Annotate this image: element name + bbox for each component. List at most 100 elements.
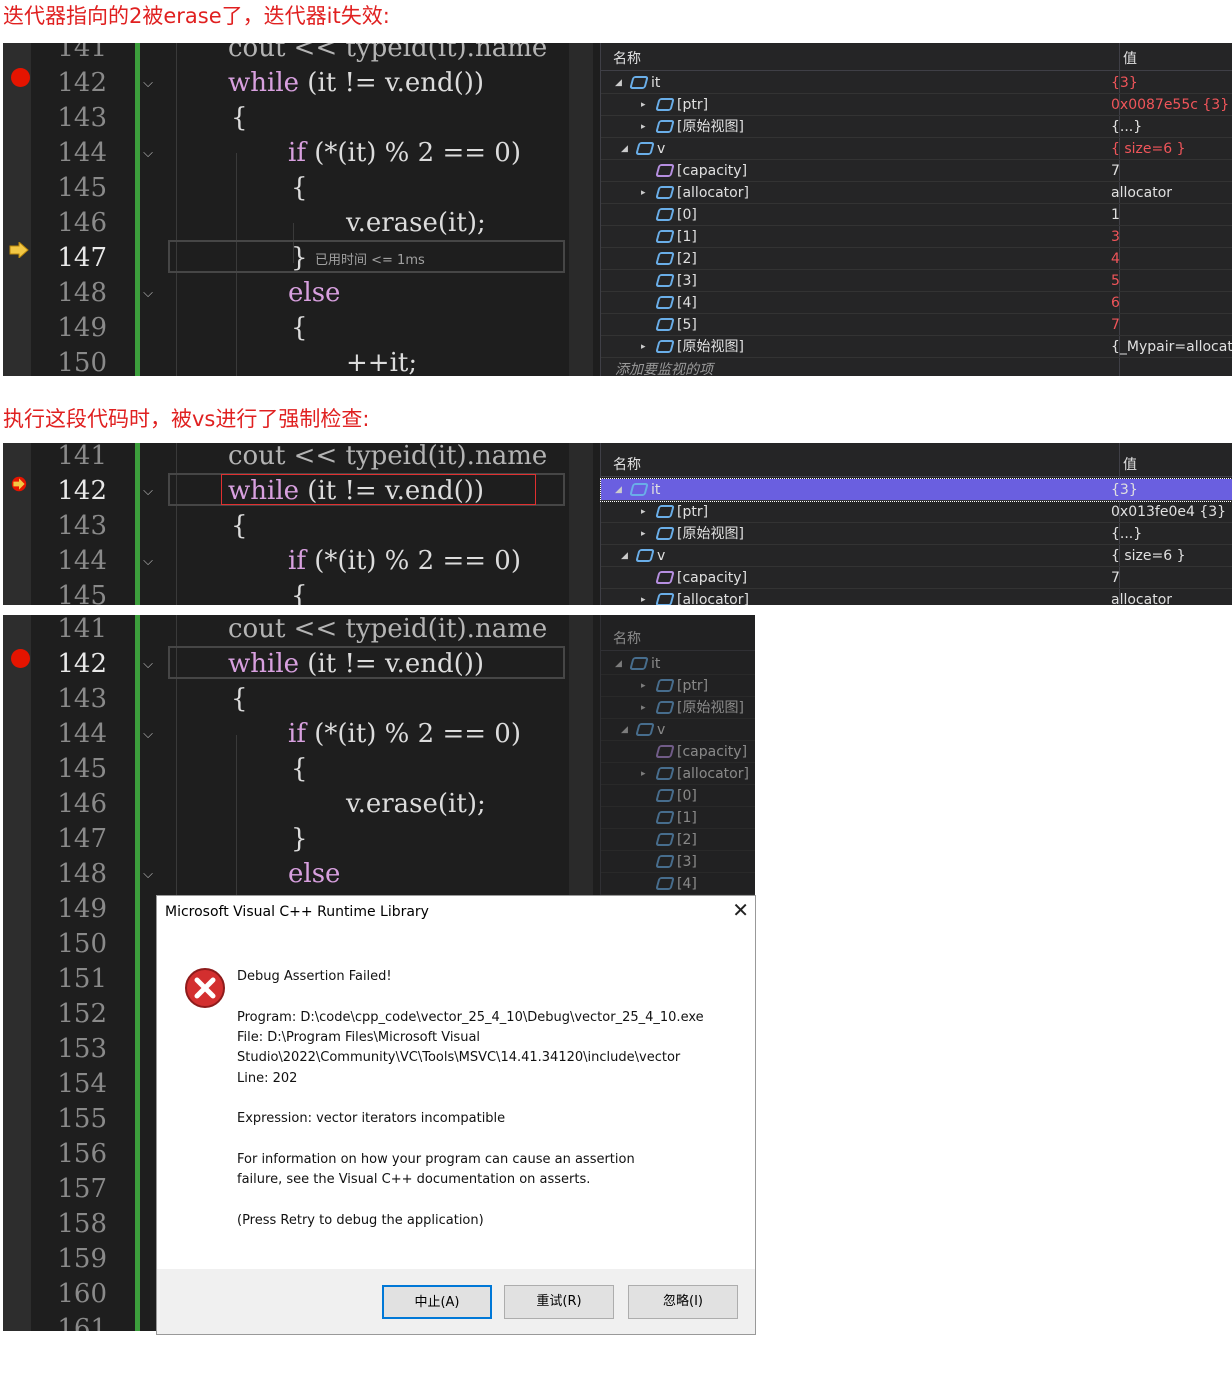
fold-chevron-icon[interactable]: ⌵ bbox=[141, 857, 155, 892]
collapse-triangle-icon[interactable]: ◢ bbox=[621, 138, 628, 160]
line-number: 146 bbox=[57, 208, 107, 238]
breakpoint-gutter[interactable] bbox=[3, 43, 31, 376]
fold-chevron-icon[interactable]: ⌵ bbox=[141, 647, 155, 682]
watch-row[interactable]: [capacity] 7 bbox=[601, 160, 1232, 182]
watch-name: [原始视图] bbox=[677, 339, 744, 355]
watch-name: v bbox=[657, 141, 666, 157]
watch-row[interactable]: ◢ v { size=6 } bbox=[601, 545, 1232, 567]
line-number: 149 bbox=[57, 894, 107, 924]
watch-row[interactable]: ▸ [allocator] bbox=[601, 763, 755, 785]
watch-row[interactable]: ▸ [allocator] allocator bbox=[601, 589, 1232, 605]
fold-chevron-icon[interactable]: ⌵ bbox=[141, 136, 155, 171]
collapse-triangle-icon[interactable]: ◢ bbox=[621, 719, 628, 741]
watch-name: it bbox=[651, 75, 661, 91]
fold-chevron-icon[interactable]: ⌵ bbox=[141, 544, 155, 579]
fold-chevron-icon[interactable]: ⌵ bbox=[141, 717, 155, 752]
watch-row[interactable]: ▸ [ptr] 0x0087e55c {3} bbox=[601, 94, 1232, 116]
fold-chevron-icon[interactable]: ⌵ bbox=[141, 276, 155, 311]
line-number: 148 bbox=[57, 278, 107, 308]
dialog-program: Program: D:\code\cpp_code\vector_25_4_10… bbox=[237, 1010, 704, 1025]
expand-triangle-icon[interactable]: ▸ bbox=[641, 116, 646, 138]
code-line: v.erase(it); bbox=[346, 789, 486, 819]
watch-row[interactable]: [1] 3 bbox=[601, 226, 1232, 248]
watch-row[interactable]: ◢ v { size=6 } bbox=[601, 138, 1232, 160]
code-line: { bbox=[291, 754, 308, 784]
abort-button[interactable]: 中止(A) bbox=[382, 1285, 492, 1319]
watch-name: [原始视图] bbox=[677, 119, 744, 135]
watch-row[interactable]: [1] bbox=[601, 807, 755, 829]
collapse-triangle-icon[interactable]: ◢ bbox=[615, 72, 622, 94]
column-value-header[interactable]: 值 bbox=[1123, 453, 1137, 477]
close-icon[interactable]: ✕ bbox=[732, 898, 749, 922]
watch-value: 7 bbox=[1111, 570, 1120, 586]
watch-row[interactable]: ◢ it bbox=[601, 653, 755, 675]
expand-triangle-icon[interactable]: ▸ bbox=[641, 94, 646, 116]
breakpoint-icon[interactable] bbox=[11, 649, 30, 668]
watch-row[interactable]: [3] 5 bbox=[601, 270, 1232, 292]
watch-row[interactable]: ▸ [原始视图] {...} bbox=[601, 523, 1232, 545]
fold-chevron-icon[interactable]: ⌵ bbox=[141, 474, 155, 509]
watch-row[interactable]: [0] bbox=[601, 785, 755, 807]
editor-scrollbar[interactable] bbox=[569, 43, 593, 376]
line-number: 144 bbox=[57, 719, 107, 749]
expand-triangle-icon[interactable]: ▸ bbox=[641, 675, 646, 697]
watch-row[interactable]: ▸ [原始视图] {...} bbox=[601, 116, 1232, 138]
watch-row[interactable]: [2] 4 bbox=[601, 248, 1232, 270]
watch-name: [5] bbox=[677, 317, 697, 333]
line-number: 142 bbox=[57, 68, 107, 98]
watch-row[interactable]: ◢ it {3} bbox=[601, 72, 1232, 94]
expand-triangle-icon[interactable]: ▸ bbox=[641, 763, 646, 785]
column-name-header[interactable]: 名称 bbox=[613, 453, 641, 477]
heading-1: 迭代器指向的2被erase了，迭代器it失效: bbox=[3, 4, 390, 28]
editor-scrollbar[interactable] bbox=[569, 443, 593, 605]
watch-row[interactable]: ▸ [ptr] bbox=[601, 675, 755, 697]
code-line: cout << typeid(it).name bbox=[228, 43, 548, 63]
breakpoint-gutter[interactable] bbox=[3, 615, 31, 1331]
variable-icon bbox=[629, 657, 649, 670]
watch-row[interactable]: [5] 7 bbox=[601, 314, 1232, 336]
watch-row[interactable]: ◢ v bbox=[601, 719, 755, 741]
add-watch-placeholder[interactable]: 添加要监视的项 bbox=[615, 359, 713, 376]
breakpoint-gutter[interactable] bbox=[3, 443, 31, 605]
expand-triangle-icon[interactable]: ▸ bbox=[641, 182, 646, 204]
code-line: cout << typeid(it).name bbox=[228, 443, 548, 471]
watch-row[interactable]: [0] 1 bbox=[601, 204, 1232, 226]
expand-triangle-icon[interactable]: ▸ bbox=[641, 501, 646, 523]
watch-row[interactable]: ▸ [allocator] allocator bbox=[601, 182, 1232, 204]
watch-name: v bbox=[657, 722, 666, 738]
expand-triangle-icon[interactable]: ▸ bbox=[641, 523, 646, 545]
watch-row[interactable]: ▸ [原始视图] bbox=[601, 697, 755, 719]
expand-triangle-icon[interactable]: ▸ bbox=[641, 589, 646, 605]
code-line: } bbox=[291, 824, 308, 854]
watch-row[interactable]: [4] 6 bbox=[601, 292, 1232, 314]
watch-row[interactable]: ▸ [原始视图] {_Mypair=allocat bbox=[601, 336, 1232, 358]
watch-row[interactable]: [capacity] bbox=[601, 741, 755, 763]
assertion-dialog: Microsoft Visual C++ Runtime Library ✕ D… bbox=[156, 895, 756, 1335]
collapse-triangle-icon[interactable]: ◢ bbox=[621, 545, 628, 567]
code-line: while (it != v.end()) bbox=[228, 68, 485, 98]
error-icon bbox=[185, 968, 225, 1008]
heading-2: 执行这段代码时，被vs进行了强制检查: bbox=[3, 407, 370, 431]
expand-triangle-icon[interactable]: ▸ bbox=[641, 336, 646, 358]
watch-row[interactable]: [4] bbox=[601, 873, 755, 895]
breakpoint-icon[interactable] bbox=[11, 68, 30, 87]
column-value-header[interactable]: 值 bbox=[1123, 47, 1137, 71]
retry-button[interactable]: 重试(R) bbox=[504, 1285, 614, 1319]
watch-name: [allocator] bbox=[677, 766, 749, 782]
watch-row[interactable]: ◢ it {3} bbox=[600, 478, 1232, 502]
ignore-button[interactable]: 忽略(I) bbox=[628, 1285, 738, 1319]
column-name-header: 名称 bbox=[613, 631, 641, 647]
watch-row[interactable]: [3] bbox=[601, 851, 755, 873]
watch-row[interactable]: [2] bbox=[601, 829, 755, 851]
watch-name: [capacity] bbox=[677, 744, 748, 760]
watch-row[interactable]: ▸ [ptr] 0x013fe0e4 {3} bbox=[601, 501, 1232, 523]
watch-header: 名称 值 bbox=[601, 453, 1232, 477]
collapse-triangle-icon[interactable]: ◢ bbox=[615, 479, 622, 501]
fold-chevron-icon[interactable]: ⌵ bbox=[141, 66, 155, 101]
watch-row[interactable]: [capacity] 7 bbox=[601, 567, 1232, 589]
variable-icon bbox=[655, 252, 675, 265]
code-line: { bbox=[231, 684, 248, 714]
expand-triangle-icon[interactable]: ▸ bbox=[641, 697, 646, 719]
collapse-triangle-icon[interactable]: ◢ bbox=[615, 653, 622, 675]
column-name-header[interactable]: 名称 bbox=[613, 47, 641, 71]
